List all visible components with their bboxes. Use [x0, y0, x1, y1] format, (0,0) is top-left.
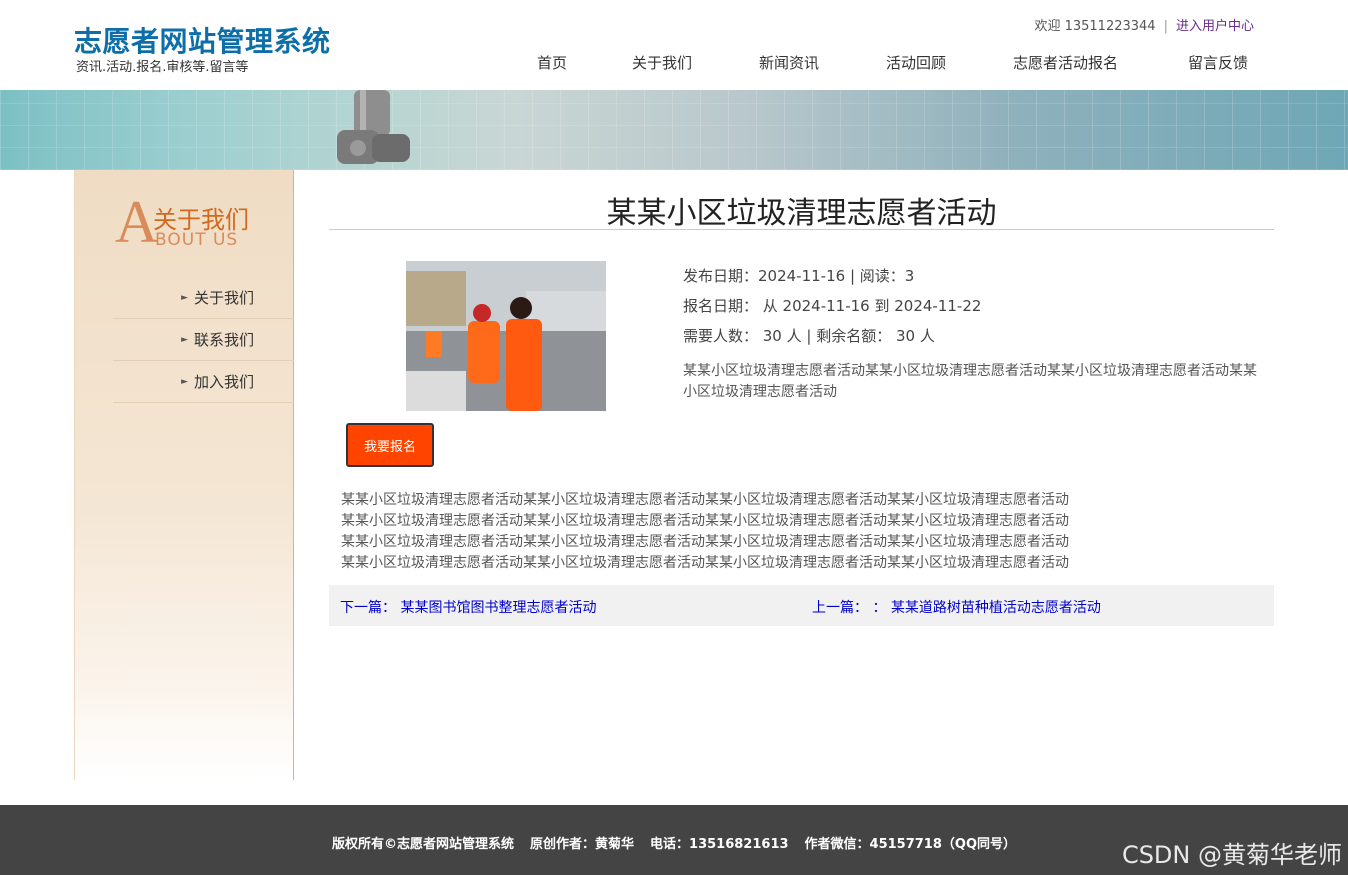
signup-period: 报名日期： 从 2024-11-16 到 2024-11-22: [683, 297, 982, 315]
sidebar-item-label: 加入我们: [193, 373, 254, 391]
nav-item-about[interactable]: 关于我们: [632, 52, 692, 73]
topbar-separator: |: [1163, 19, 1168, 34]
prev-article-link[interactable]: 上一篇： ： 某某道路树苗种植活动志愿者活动: [812, 597, 1101, 617]
sidebar-item-about[interactable]: ► 关于我们: [113, 277, 294, 319]
body-line: 某某小区垃圾清理志愿者活动某某小区垃圾清理志愿者活动某某小区垃圾清理志愿者活动某…: [341, 513, 1069, 529]
arrow-right-icon: ►: [181, 334, 188, 345]
footer-wechat: 作者微信：45157718（QQ同号）: [804, 837, 1016, 852]
sidebar-item-join[interactable]: ► 加入我们: [113, 361, 294, 403]
sidebar-item-contact[interactable]: ► 联系我们: [113, 319, 294, 361]
nav-item-activity-review[interactable]: 活动回顾: [886, 52, 946, 73]
nav-item-volunteer-signup[interactable]: 志愿者活动报名: [1013, 52, 1118, 73]
about-logo-letter: A: [115, 189, 159, 255]
welcome-text: 欢迎 13511223344: [1034, 19, 1156, 34]
footer-copyright: 版权所有©志愿者网站管理系统: [332, 837, 515, 852]
sidebar: A 关于我们 BOUT US ► 关于我们 ► 联系我们 ► 加入我们: [74, 170, 294, 780]
arrow-right-icon: ►: [181, 376, 188, 387]
article-summary: 某某小区垃圾清理志愿者活动某某小区垃圾清理志愿者活动某某小区垃圾清理志愿者活动某…: [683, 363, 1257, 400]
body-line: 某某小区垃圾清理志愿者活动某某小区垃圾清理志愿者活动某某小区垃圾清理志愿者活动某…: [341, 555, 1069, 571]
publish-info: 发布日期：2024-11-16 | 阅读：3: [683, 267, 915, 285]
sidebar-menu: ► 关于我们 ► 联系我们 ► 加入我们: [113, 277, 294, 403]
nav-item-feedback[interactable]: 留言反馈: [1188, 52, 1248, 73]
footer-author: 原创作者：黄菊华: [530, 837, 635, 852]
nav-item-news[interactable]: 新闻资讯: [759, 52, 819, 73]
user-topbar: 欢迎 13511223344 | 进入用户中心: [1034, 15, 1254, 34]
arrow-right-icon: ►: [181, 292, 188, 303]
banner-circuit-pattern: [0, 90, 1348, 170]
signup-button[interactable]: 我要报名: [346, 423, 434, 467]
footer-phone: 电话：13516821613: [650, 837, 789, 852]
quota-info: 需要人数： 30 人 | 剩余名额： 30 人: [683, 327, 935, 345]
sidebar-item-label: 关于我们: [193, 289, 254, 307]
article-body: 某某小区垃圾清理志愿者活动某某小区垃圾清理志愿者活动某某小区垃圾清理志愿者活动某…: [341, 490, 1201, 574]
user-center-link[interactable]: 进入用户中心: [1176, 19, 1254, 34]
activity-photo: [406, 261, 606, 411]
header-banner: [0, 90, 1348, 170]
title-divider: [329, 229, 1274, 230]
main-nav: 首页 关于我们 新闻资讯 活动回顾 志愿者活动报名 留言反馈: [0, 52, 1348, 72]
site-header: 志愿者网站管理系统 资讯.活动.报名.审核等.留言等 欢迎 1351122334…: [0, 0, 1348, 90]
article-pager: 下一篇： 某某图书馆图书整理志愿者活动 上一篇： ： 某某道路树苗种植活动志愿者…: [329, 585, 1274, 626]
next-article-link[interactable]: 下一篇： 某某图书馆图书整理志愿者活动: [340, 597, 596, 617]
body-line: 某某小区垃圾清理志愿者活动某某小区垃圾清理志愿者活动某某小区垃圾清理志愿者活动某…: [341, 534, 1069, 550]
sidebar-item-label: 联系我们: [193, 331, 254, 349]
robot-arm-graphic: [337, 90, 410, 164]
csdn-watermark: CSDN @黄菊华老师: [1121, 841, 1342, 869]
nav-item-home[interactable]: 首页: [537, 52, 567, 73]
article-title: 某某小区垃圾清理志愿者活动: [606, 196, 997, 231]
sidebar-title-en: BOUT US: [155, 230, 239, 250]
body-line: 某某小区垃圾清理志愿者活动某某小区垃圾清理志愿者活动某某小区垃圾清理志愿者活动某…: [341, 492, 1069, 508]
article-meta: 发布日期：2024-11-16 | 阅读：3 报名日期： 从 2024-11-1…: [683, 266, 1268, 403]
